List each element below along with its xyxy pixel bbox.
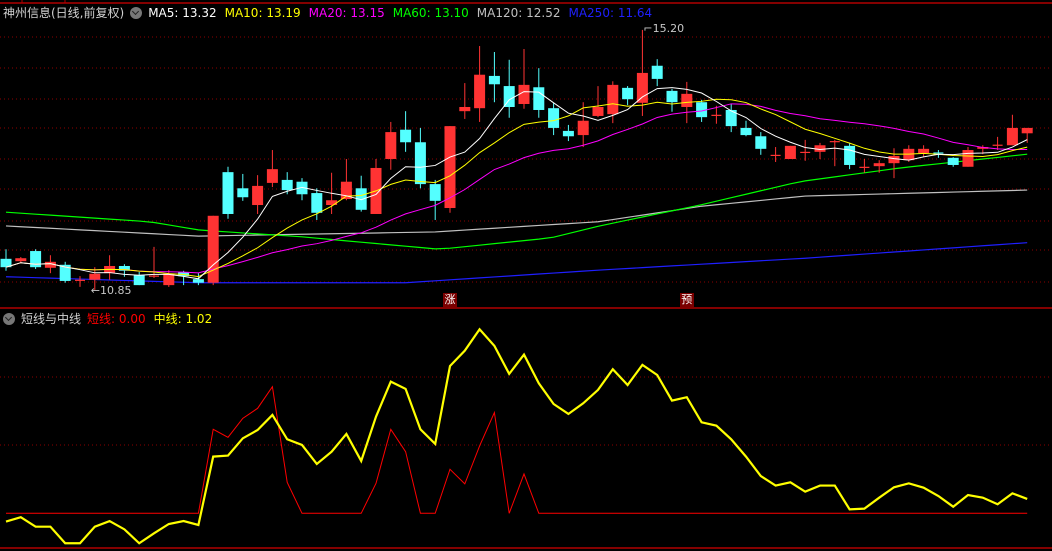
legend-name: 中线 <box>154 312 186 326</box>
signal-marker-yu[interactable]: 预 <box>679 293 694 307</box>
chart-title: 神州信息(日线,前复权) <box>3 6 125 20</box>
mid-line <box>5 327 1028 545</box>
legend-ma120: MA12012.52 <box>477 5 561 21</box>
legend-ma20: MA2013.15 <box>309 5 385 21</box>
candle-up <box>918 148 930 154</box>
candle-up <box>474 74 486 109</box>
candle-up <box>681 93 693 107</box>
legend-name: MA20 <box>309 6 351 20</box>
legend-value: 1.02 <box>185 312 213 326</box>
candle-down <box>548 108 560 128</box>
candle-up <box>873 163 885 167</box>
candle-up <box>607 84 619 115</box>
candle-up <box>163 273 175 286</box>
chevron-down-icon[interactable] <box>3 313 15 325</box>
candle-down <box>755 136 767 149</box>
legend-ma250: MA25011.64 <box>568 5 652 21</box>
legend-ma60: MA6013.10 <box>393 5 469 21</box>
legend-short-line: 短线0.00 <box>87 311 146 327</box>
legend-name: MA60 <box>393 6 435 20</box>
candle-up <box>1021 127 1033 134</box>
candle-down <box>237 188 249 198</box>
ma250-line <box>5 242 1028 284</box>
candle-up <box>962 150 974 167</box>
legend-value: 0.00 <box>118 312 146 326</box>
candle-up <box>784 145 796 159</box>
legend-value: 13.19 <box>266 6 301 20</box>
candle-down <box>533 87 545 110</box>
candle-down <box>740 127 752 136</box>
low-price-value: 10.85 <box>100 283 132 297</box>
short-line <box>6 385 1028 514</box>
main-chart-header: 神州信息(日线,前复权) MA513.32 MA1013.19 MA2013.1… <box>3 5 660 21</box>
indicator-title: 短线与中线 <box>21 312 82 326</box>
candle-down <box>562 130 574 137</box>
high-price-value: 15.20 <box>652 21 685 35</box>
legend-value: 13.15 <box>350 6 385 20</box>
low-price-label: ←10.85 <box>90 283 132 297</box>
ma120-line <box>5 189 1028 237</box>
legend-name: MA120 <box>477 6 526 20</box>
legend-name: MA250 <box>568 6 617 20</box>
candle-down <box>429 184 441 201</box>
candle-up <box>518 84 530 105</box>
candle-up <box>89 273 101 280</box>
candle-down <box>622 87 634 100</box>
candle-down <box>844 145 856 165</box>
candle-down <box>133 274 145 286</box>
candle-down <box>488 75 500 85</box>
candle-up <box>459 106 471 112</box>
candle-down <box>947 157 959 165</box>
candle-up <box>326 200 338 206</box>
candle-down <box>666 90 678 103</box>
candle-down <box>192 279 204 283</box>
candle-down <box>400 129 412 143</box>
legend-ma5: MA513.32 <box>148 5 216 21</box>
legend-mid-line: 中线1.02 <box>154 311 213 327</box>
candle-up <box>592 106 604 116</box>
stock-chart <box>0 0 1052 549</box>
candle-up <box>207 215 219 283</box>
candle-up <box>385 132 397 159</box>
legend-ma10: MA1013.19 <box>225 5 301 21</box>
candle-up <box>1006 127 1018 146</box>
candle-up <box>266 169 278 183</box>
candle-down <box>311 193 323 213</box>
legend-name: MA10 <box>225 6 267 20</box>
indicator-header: 短线与中线 短线0.00 中线1.02 <box>3 311 220 327</box>
candle-up <box>15 258 27 262</box>
candle-up <box>577 120 589 136</box>
candle-down <box>414 142 426 185</box>
signal-marker-zhang[interactable]: 涨 <box>443 293 457 307</box>
candle-down <box>651 65 663 79</box>
candle-down <box>281 179 293 191</box>
legend-value: 11.64 <box>617 6 653 20</box>
candle-up <box>636 72 648 103</box>
ma60-line <box>5 153 1028 250</box>
candle-down <box>503 86 515 107</box>
legend-value: 13.32 <box>182 6 217 20</box>
legend-name: MA5 <box>148 6 182 20</box>
candle-down <box>222 172 234 214</box>
chevron-down-icon[interactable] <box>130 7 143 19</box>
high-price-label: ⌐15.20 <box>643 21 685 35</box>
legend-value: 13.10 <box>434 6 469 20</box>
ma20-line <box>5 103 1028 274</box>
candle-up <box>888 156 900 164</box>
legend-value: 12.52 <box>526 6 561 20</box>
candle-up <box>252 185 264 206</box>
candle-down <box>30 251 42 268</box>
legend-name: 短线 <box>87 312 119 326</box>
